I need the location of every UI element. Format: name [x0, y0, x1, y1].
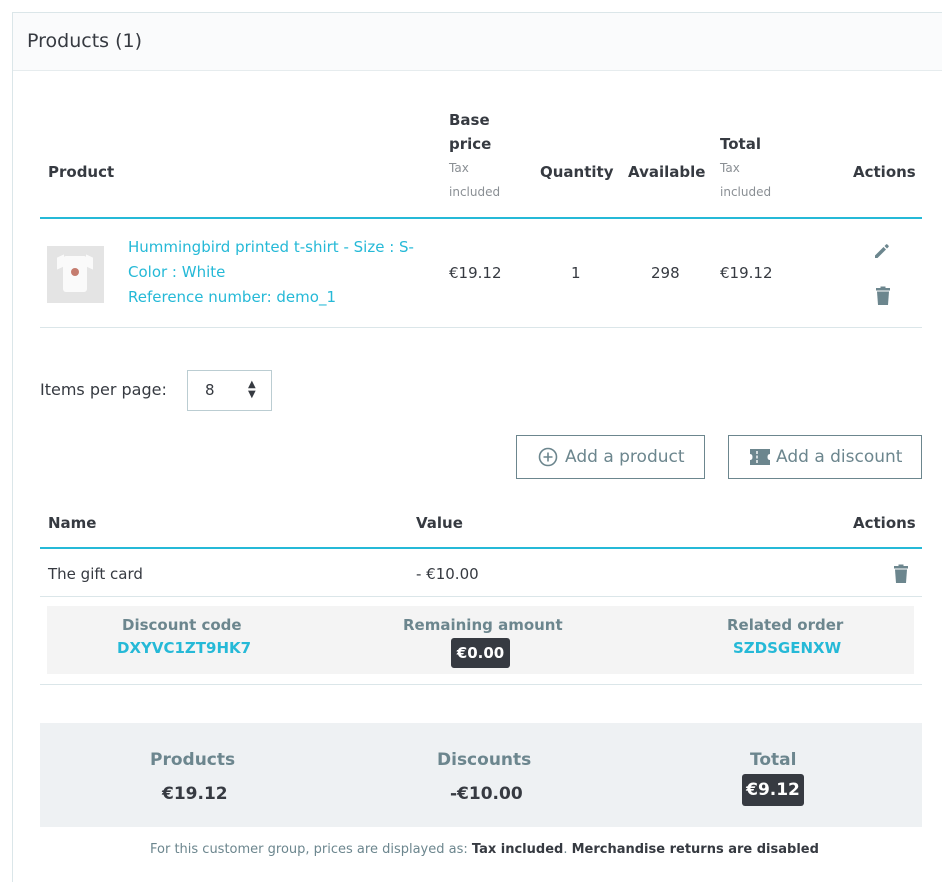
- pencil-icon: [875, 244, 889, 258]
- items-per-page-select[interactable]: 8 ▲ ▼: [187, 370, 272, 411]
- col-header-name: Name: [48, 514, 97, 532]
- plus-circle-icon: [538, 447, 558, 467]
- product-reference-link[interactable]: Reference number: demo_1: [128, 285, 336, 310]
- products-header-rule: [40, 217, 922, 219]
- hummingbird-print: [71, 268, 79, 276]
- add-discount-label: Add a discount: [776, 447, 903, 467]
- discount-code-label: Discount code: [122, 616, 242, 634]
- related-order-link[interactable]: SZDSGENXW: [733, 639, 841, 657]
- edit-product-button[interactable]: [873, 242, 891, 264]
- col-header-actions: Actions: [853, 163, 916, 181]
- col-header-discount-actions: Actions: [853, 514, 916, 532]
- footer-note-sep: .: [563, 842, 572, 857]
- delete-discount-button[interactable]: [893, 564, 909, 588]
- discount-details: Discount code DXYVC1ZT9HK7 Remaining amo…: [47, 606, 914, 674]
- col-header-value: Value: [416, 514, 463, 532]
- col-header-base-price: Base price Tax included: [449, 108, 529, 204]
- discount-row-rule: [40, 596, 922, 597]
- product-quantity: 1: [571, 264, 581, 282]
- col-header-total-sub: Tax included: [720, 161, 772, 199]
- product-total: €19.12: [720, 264, 773, 282]
- summary-total-badge: €9.12: [742, 774, 804, 806]
- panel-header: Products (1): [13, 13, 942, 71]
- discount-value: - €10.00: [416, 565, 479, 583]
- remaining-amount-label: Remaining amount: [403, 616, 563, 634]
- add-discount-button[interactable]: Add a discount: [728, 435, 922, 479]
- summary-products-label: Products: [150, 750, 236, 770]
- related-order-label: Related order: [727, 616, 844, 634]
- col-header-quantity: Quantity: [540, 163, 614, 181]
- panel-title: Products (1): [27, 30, 142, 52]
- order-summary: Products €19.12 Discounts -€10.00 Total …: [40, 723, 922, 827]
- summary-discounts-value: -€10.00: [450, 784, 523, 804]
- product-thumbnail[interactable]: [47, 246, 104, 303]
- discounts-header-rule: [40, 547, 922, 549]
- col-header-base-price-label: Base price: [449, 111, 492, 153]
- trash-icon: [894, 564, 908, 583]
- footer-note: For this customer group, prices are disp…: [150, 842, 819, 857]
- tshirt-image: [63, 256, 87, 292]
- product-name-link[interactable]: Hummingbird printed t-shirt - Size : S-: [128, 235, 414, 260]
- delete-product-button[interactable]: [875, 286, 891, 310]
- footer-note-prefix: For this customer group, prices are disp…: [150, 842, 472, 857]
- col-header-available: Available: [628, 163, 706, 181]
- items-per-page-value: 8: [205, 381, 215, 399]
- summary-products-value: €19.12: [162, 784, 228, 804]
- add-product-label: Add a product: [565, 447, 685, 467]
- footer-note-returns: Merchandise returns are disabled: [571, 842, 819, 857]
- product-name-link-line2[interactable]: Color : White: [128, 260, 225, 285]
- discount-name: The gift card: [48, 565, 143, 583]
- items-per-page-label: Items per page:: [40, 380, 167, 399]
- col-header-product: Product: [48, 163, 115, 181]
- col-header-total-label: Total: [720, 135, 761, 153]
- remaining-amount-badge: €0.00: [451, 638, 510, 668]
- ticket-icon: [750, 449, 770, 465]
- discount-code-link[interactable]: DXYVC1ZT9HK7: [117, 639, 251, 657]
- col-header-total: Total Tax included: [720, 132, 790, 204]
- summary-total-label: Total: [750, 750, 797, 770]
- summary-discounts-label: Discounts: [437, 750, 532, 770]
- product-base-price: €19.12: [449, 264, 502, 282]
- products-row-rule: [40, 327, 922, 328]
- trash-icon: [876, 286, 890, 305]
- sort-caret-icon: ▲ ▼: [248, 379, 256, 400]
- footer-note-tax: Tax included: [471, 842, 564, 857]
- product-available: 298: [651, 264, 680, 282]
- col-header-base-price-sub: Tax included: [449, 161, 501, 199]
- discount-details-rule: [40, 684, 922, 685]
- add-product-button[interactable]: Add a product: [516, 435, 705, 479]
